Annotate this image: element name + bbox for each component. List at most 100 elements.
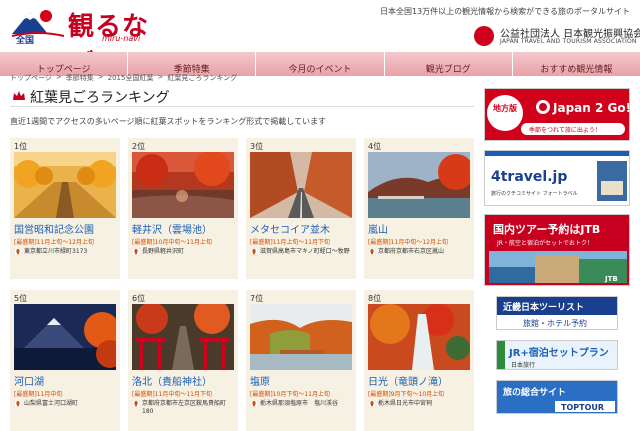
map-pin-icon bbox=[14, 400, 22, 408]
banner-title: 近畿日本ツーリスト bbox=[503, 301, 584, 313]
ranking-card-8[interactable]: 8位 日光（竜頭ノ滝） [最盛期]9月下旬〜10月上旬 栃木県日光市中宮祠 bbox=[364, 290, 474, 431]
spot-name[interactable]: 洛北（貴船神社） bbox=[132, 373, 212, 388]
banner-knt[interactable]: 近畿日本ツーリスト 旅館・ホテル予約 bbox=[496, 296, 618, 330]
arashiyama-photo bbox=[368, 152, 470, 218]
spot-period: [最盛期]11月中旬 bbox=[14, 391, 63, 398]
spot-name[interactable]: 嵐山 bbox=[368, 221, 388, 236]
spot-address-text: 山梨県富士河口湖町 bbox=[24, 400, 79, 407]
ranking-card-3[interactable]: 3位 メタセコイア並木 [最盛期]11月上旬〜11月下旬 滋賀県高島市マキノ町蛭… bbox=[246, 138, 356, 279]
jtb-banner-art: 国内ツアー予約はJTB JR・航空と宿泊がセットでおトク！ JTB bbox=[485, 215, 629, 285]
banner-title: 旅の総合サイト bbox=[503, 386, 566, 398]
jtb-logo: JTB bbox=[604, 275, 618, 283]
breadcrumb-current: 紅葉見ごろランキング bbox=[167, 74, 238, 82]
map-pin-icon bbox=[132, 400, 140, 408]
spot-address-text: 栃木県那須塩原市 塩川渓谷 bbox=[260, 400, 339, 407]
banner-tag: 地方版 bbox=[493, 103, 517, 113]
breadcrumb-sep: > bbox=[157, 73, 164, 81]
pond-autumn-photo bbox=[132, 152, 234, 218]
breadcrumb: トップページ > 季節特集 > 2015全国紅葉 > 紅葉見ごろランキング bbox=[10, 73, 237, 83]
ranking-card-1[interactable]: 1位 国営昭和記念公園 [最盛期]11月上旬〜12月上旬 東京都立川市緑町317… bbox=[10, 138, 120, 279]
rank-label: 5位 bbox=[14, 294, 28, 303]
ranking-card-2[interactable]: 2位 軽井沢（雲場池） [最盛期]10月中旬〜11月上旬 長野県軽井沢町 bbox=[128, 138, 238, 279]
banner-title: 4travel.jp bbox=[491, 169, 567, 185]
spot-name[interactable]: 日光（竜頭ノ滝） bbox=[368, 373, 448, 388]
ranking-card-4[interactable]: 4位 嵐山 [最盛期]11月中旬〜12月上旬 京都府京都市右京区嵐山 bbox=[364, 138, 474, 279]
toptour-banner-art: 旅の総合サイト TOPTOUR bbox=[497, 381, 617, 413]
ginkgo-avenue-photo bbox=[14, 152, 116, 218]
spot-name[interactable]: 塩原 bbox=[250, 373, 270, 388]
org-link[interactable]: 公益社団法人 日本観光振興協会 JAPAN TRAVEL AND TOURISM… bbox=[474, 25, 640, 47]
japan2go-banner-art: 地方版 Japan 2 Go! 季節をつれて旅に出よう！ bbox=[485, 89, 630, 140]
kawaguchiko-photo bbox=[14, 304, 116, 370]
spot-address: 東京都立川市緑町3173 bbox=[14, 248, 118, 256]
site-logo[interactable]: 全国 観るなび miru-navi bbox=[10, 4, 165, 79]
spot-photo[interactable] bbox=[368, 152, 470, 218]
ranking-card-5[interactable]: 5位 河口湖 [最盛期]11月中旬 山梨県富士河口湖町 bbox=[10, 290, 120, 431]
spot-name[interactable]: 国営昭和記念公園 bbox=[14, 221, 94, 236]
ryuzu-falls-photo bbox=[368, 304, 470, 370]
page: 全国 観るなび miru-navi 日本全国13万件以上の観光情報から検索ができ… bbox=[0, 0, 640, 431]
rank-label: 6位 bbox=[132, 294, 146, 303]
spot-photo[interactable] bbox=[250, 152, 352, 218]
spot-name[interactable]: メタセコイア並木 bbox=[250, 221, 330, 236]
spot-photo[interactable] bbox=[250, 304, 352, 370]
banner-4travel[interactable]: 4travel.jp 旅行のクチコミサイト フォートラベル bbox=[484, 150, 630, 206]
banner-japan2go[interactable]: 地方版 Japan 2 Go! 季節をつれて旅に出よう！ bbox=[484, 88, 630, 141]
spot-photo[interactable] bbox=[14, 152, 116, 218]
rank-label: 8位 bbox=[368, 294, 382, 303]
kifune-shrine-photo bbox=[132, 304, 234, 370]
page-title-bar: 紅葉見ごろランキング bbox=[10, 85, 474, 107]
rank-label: 1位 bbox=[14, 142, 28, 151]
logo-badge: 全国 bbox=[15, 34, 34, 44]
map-pin-icon bbox=[368, 400, 376, 408]
shiobara-photo bbox=[250, 304, 352, 370]
spot-address-text: 長野県軽井沢町 bbox=[142, 248, 185, 255]
spot-address-text: 東京都立川市緑町3173 bbox=[24, 248, 88, 255]
spot-photo[interactable] bbox=[132, 152, 234, 218]
spot-address-text: 栃木県日光市中宮祠 bbox=[378, 400, 433, 407]
site-header: 全国 観るなび miru-navi 日本全国13万件以上の観光情報から検索ができ… bbox=[0, 0, 640, 79]
breadcrumb-seasonal[interactable]: 季節特集 bbox=[66, 73, 94, 83]
banner-sub: 季節をつれて旅に出よう！ bbox=[529, 126, 601, 134]
metasequoia-avenue-photo bbox=[250, 152, 352, 218]
breadcrumb-top[interactable]: トップページ bbox=[10, 73, 52, 83]
map-pin-icon bbox=[368, 248, 376, 256]
ranking-card-7[interactable]: 7位 塩原 [最盛期]10月下旬〜11月上旬 栃木県那須塩原市 塩川渓谷 bbox=[246, 290, 356, 431]
page-lead: 直近1週間でアクセスの多いページ順に紅葉スポットをランキング形式で掲載しています bbox=[10, 117, 327, 126]
map-pin-icon bbox=[250, 400, 258, 408]
breadcrumb-sep: > bbox=[55, 73, 62, 81]
breadcrumb-koyo[interactable]: 2015全国紅葉 bbox=[108, 73, 154, 83]
spot-period: [最盛期]11月中旬〜12月上旬 bbox=[368, 239, 448, 246]
banner-nta[interactable]: JR+宿泊セットプラン 日本旅行 bbox=[496, 340, 618, 370]
spot-period: [最盛期]10月下旬〜11月上旬 bbox=[250, 391, 330, 398]
page-title: 紅葉見ごろランキング bbox=[30, 90, 170, 106]
nav-events[interactable]: 今月のイベント bbox=[256, 52, 385, 76]
spot-address: 山梨県富士河口湖町 bbox=[14, 400, 118, 408]
spot-photo[interactable] bbox=[14, 304, 116, 370]
banner-title: Japan 2 Go! bbox=[552, 101, 630, 115]
map-pin-icon bbox=[132, 248, 140, 256]
banner-sub: 旅行のクチコミサイト フォートラベル bbox=[491, 190, 578, 197]
spot-address: 栃木県日光市中宮祠 bbox=[368, 400, 472, 408]
rank-label: 2位 bbox=[132, 142, 146, 151]
breadcrumb-sep: > bbox=[97, 73, 104, 81]
spot-address: 長野県軽井沢町 bbox=[132, 248, 236, 256]
banner-title: JR+宿泊セットプラン bbox=[508, 346, 609, 359]
spot-name[interactable]: 軽井沢（雲場池） bbox=[132, 221, 212, 236]
ranking-card-6[interactable]: 6位 洛北（貴船神社） [最盛期]11月中旬〜11月下旬 京都府京都市左京区鞍馬… bbox=[128, 290, 238, 431]
spot-period: [最盛期]10月中旬〜11月上旬 bbox=[132, 239, 212, 246]
org-name-en: JAPAN TRAVEL AND TOURISM ASSOCIATION bbox=[500, 38, 637, 45]
spot-address: 京都府京都市左京区鞍馬貴船町180 bbox=[132, 400, 236, 416]
spot-photo[interactable] bbox=[132, 304, 234, 370]
crown-icon bbox=[13, 91, 25, 100]
spot-photo[interactable] bbox=[368, 304, 470, 370]
banner-jtb[interactable]: 国内ツアー予約はJTB JR・航空と宿泊がセットでおトク！ JTB bbox=[484, 214, 630, 286]
spot-address-text: 滋賀県高島市マキノ町蛭口〜牧野 bbox=[260, 248, 350, 255]
spot-name[interactable]: 河口湖 bbox=[14, 373, 44, 388]
spot-period: [最盛期]11月上旬〜11月下旬 bbox=[250, 239, 330, 246]
banner-toptour[interactable]: 旅の総合サイト TOPTOUR bbox=[496, 380, 618, 414]
rank-label: 4位 bbox=[368, 142, 382, 151]
nav-blog[interactable]: 観光ブログ bbox=[384, 52, 513, 76]
nav-recommended[interactable]: おすすめ観光情報 bbox=[512, 52, 640, 76]
rank-label: 7位 bbox=[250, 294, 264, 303]
